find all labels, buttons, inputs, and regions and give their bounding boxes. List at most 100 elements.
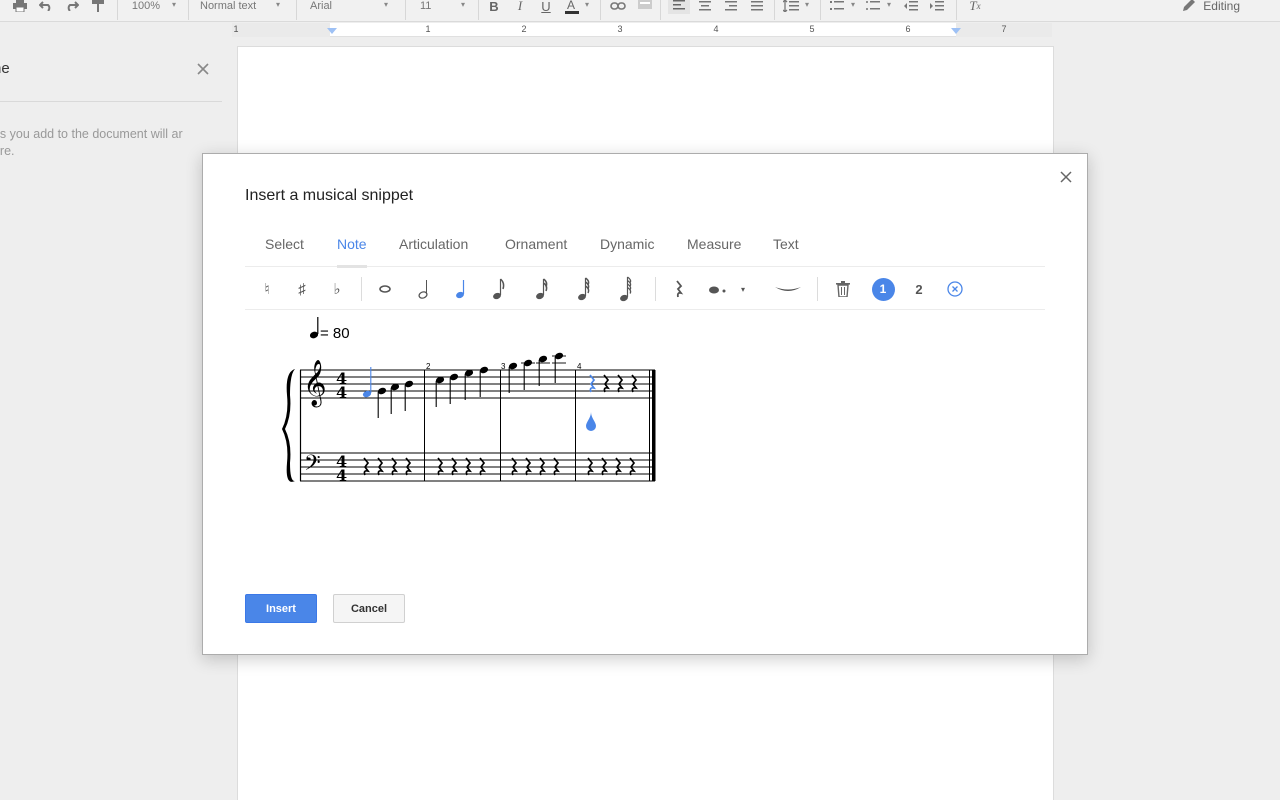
rest[interactable] [377, 457, 385, 476]
rest[interactable] [451, 457, 459, 476]
rest[interactable] [391, 457, 399, 476]
note[interactable] [449, 373, 459, 404]
svg-text:A: A [567, 0, 575, 12]
measure-number: 3 [501, 362, 506, 371]
increase-indent-icon[interactable] [928, 0, 946, 16]
tab-note[interactable]: Note [337, 236, 367, 268]
eighth-note-icon[interactable] [486, 276, 512, 302]
comment-icon[interactable] [636, 0, 654, 16]
italic-icon[interactable]: I [512, 0, 528, 16]
rest[interactable] [511, 457, 519, 476]
rest[interactable] [553, 457, 561, 476]
right-indent-marker[interactable] [951, 28, 961, 34]
line-spacing-icon[interactable] [782, 0, 800, 16]
note[interactable] [521, 359, 535, 390]
sixty-fourth-note-icon[interactable] [613, 276, 639, 302]
ruler-number: 1 [425, 24, 431, 34]
ruler-number: 6 [905, 24, 911, 34]
rest[interactable] [587, 457, 595, 476]
zoom-caret-icon: ▾ [172, 0, 177, 9]
rest-icon[interactable] [666, 276, 692, 302]
align-left-icon[interactable] [668, 0, 690, 14]
left-indent-marker[interactable] [327, 28, 337, 34]
grand-staff-brace [282, 369, 295, 482]
rest[interactable] [363, 457, 371, 476]
undo-icon[interactable] [38, 0, 54, 16]
toolbar-divider [296, 0, 297, 20]
cancel-button[interactable]: Cancel [333, 594, 405, 623]
rest[interactable] [479, 457, 487, 476]
tab-ornament[interactable]: Ornament [505, 236, 567, 267]
rest[interactable] [617, 374, 625, 393]
voice-2-button[interactable]: 2 [906, 276, 932, 302]
quarter-note-icon[interactable] [448, 276, 474, 302]
voice-1-button[interactable]: 1 [870, 276, 896, 302]
bold-icon[interactable]: B [486, 0, 502, 16]
underline-icon[interactable]: U [538, 0, 554, 16]
note[interactable] [479, 366, 489, 397]
tab-measure[interactable]: Measure [687, 236, 741, 267]
rest[interactable] [405, 457, 413, 476]
text-color-icon[interactable]: A [562, 0, 582, 16]
align-center-icon[interactable] [696, 0, 714, 16]
numbered-list-icon[interactable] [828, 0, 846, 16]
tab-select[interactable]: Select [265, 236, 304, 267]
sharp-icon[interactable]: ♯ [289, 276, 315, 302]
clear-voice-icon[interactable] [942, 276, 968, 302]
trash-icon[interactable] [830, 276, 856, 302]
whole-note-icon[interactable] [372, 276, 398, 302]
rest[interactable] [629, 457, 637, 476]
close-icon[interactable] [1059, 170, 1073, 184]
style-caret-icon: ▾ [276, 0, 281, 9]
clear-formatting-icon[interactable]: Tx [964, 0, 986, 16]
close-icon[interactable] [196, 62, 210, 76]
font-select[interactable]: Arial [310, 0, 370, 16]
rest[interactable] [589, 374, 597, 393]
rest[interactable] [525, 457, 533, 476]
insert-button[interactable]: Insert [245, 594, 317, 623]
voice-1-label: 1 [871, 277, 895, 301]
numbered-list-caret-icon: ▾ [851, 0, 856, 9]
natural-icon[interactable]: ♮ [254, 276, 280, 302]
rest[interactable] [603, 374, 611, 393]
tab-articulation[interactable]: Articulation [399, 236, 468, 267]
thirty-second-note-icon[interactable] [571, 276, 597, 302]
rest[interactable] [615, 457, 623, 476]
treble-notes [362, 352, 639, 418]
zoom-select[interactable]: 100% [130, 0, 162, 16]
note[interactable] [404, 380, 414, 411]
tab-dynamic[interactable]: Dynamic [600, 236, 654, 267]
bulleted-list-icon[interactable] [864, 0, 882, 16]
tie-icon[interactable] [772, 276, 804, 302]
rest[interactable] [539, 457, 547, 476]
dot-caret-icon[interactable]: ▾ [730, 276, 756, 302]
note[interactable] [552, 352, 566, 383]
font-size-select[interactable]: 11 [420, 0, 440, 16]
justify-icon[interactable] [748, 0, 766, 16]
line-spacing-caret-icon: ▾ [805, 0, 810, 9]
rest[interactable] [465, 457, 473, 476]
rest[interactable] [437, 457, 445, 476]
tab-text[interactable]: Text [773, 236, 799, 267]
flat-icon[interactable]: ♭ [324, 276, 350, 302]
toolbar-divider [774, 0, 775, 20]
paint-format-icon[interactable] [90, 0, 106, 16]
link-icon[interactable] [608, 0, 628, 16]
print-icon[interactable] [12, 0, 28, 16]
toolbar-divider [600, 0, 601, 20]
note[interactable] [362, 367, 372, 398]
half-note-icon[interactable] [411, 276, 437, 302]
note[interactable] [377, 387, 387, 418]
align-right-icon[interactable] [722, 0, 740, 16]
document-outline-panel: ne ngs you add to the document will ar h… [0, 38, 222, 800]
sixteenth-note-icon[interactable] [529, 276, 555, 302]
note-input-cursor[interactable] [586, 412, 596, 431]
redo-icon[interactable] [64, 0, 80, 16]
decrease-indent-icon[interactable] [902, 0, 920, 16]
editing-mode-button[interactable]: Editing [1182, 0, 1240, 16]
style-select[interactable]: Normal text [200, 0, 270, 16]
rest[interactable] [631, 374, 639, 393]
dot-icon[interactable] [705, 276, 731, 302]
rest[interactable] [601, 457, 609, 476]
panel-divider [0, 101, 222, 102]
